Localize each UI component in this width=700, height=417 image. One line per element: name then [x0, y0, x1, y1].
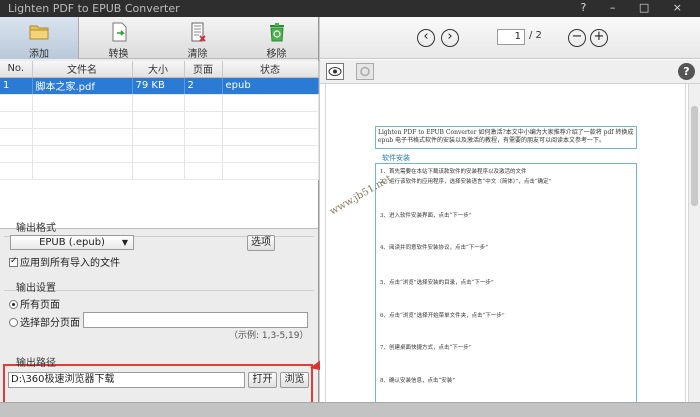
- empty-row: [0, 162, 319, 180]
- zoom-out-button[interactable]: −: [568, 29, 586, 47]
- doc-subtitle: 软件安装: [382, 154, 410, 162]
- doc-step: 1、首先需要在本站下载该款软件的安装程序以及激活的文件: [380, 169, 527, 175]
- output-format-label: 输出格式: [16, 223, 56, 234]
- checkbox-icon: [9, 256, 18, 267]
- prev-page-button[interactable]: ‹: [417, 29, 435, 47]
- col-status-header[interactable]: 状态: [222, 61, 319, 78]
- next-page-button[interactable]: ›: [441, 29, 459, 47]
- table-row[interactable]: 1 脚本之家.pdf 79 KB 2 epub: [0, 77, 319, 95]
- zoom-in-button[interactable]: +: [590, 29, 608, 47]
- example-hint: （示例: 1,3-5,19）: [229, 331, 309, 341]
- all-pages-radio[interactable]: 所有页面: [9, 296, 60, 311]
- col-pages-header[interactable]: 页面: [184, 61, 223, 78]
- output-path-label: 输出路径: [16, 358, 56, 369]
- empty-row: [0, 111, 319, 129]
- col-size-header[interactable]: 大小: [132, 61, 185, 78]
- output-path-input[interactable]: D:\360极速浏览器下载: [8, 372, 245, 388]
- col-no-header[interactable]: No.: [0, 61, 33, 78]
- page-total: / 2: [529, 30, 542, 41]
- table-header-row: No. 文件名 大小 页面 状态: [0, 61, 319, 78]
- status-bar: [0, 402, 700, 417]
- toolbar: 添加 转换 清除 移除: [0, 17, 318, 60]
- options-button[interactable]: 选项: [247, 235, 275, 251]
- convert-label: 转换: [108, 49, 129, 60]
- all-pages-label: 所有页面: [20, 300, 60, 311]
- remove-button[interactable]: 移除: [237, 17, 316, 60]
- doc-step: 6、点击“浏览”选择开始菜单文件夹，点击“下一步”: [380, 313, 505, 319]
- doc-header: Lighten PDF to EPUB Converter 如何激活?本文中小编…: [375, 126, 637, 149]
- doc-step: 2、运行该软件的应用程序，选择安装语言“中文（简体）”，点击“确定”: [380, 179, 552, 185]
- partial-pages-radio[interactable]: 选择部分页面: [9, 314, 80, 329]
- left-panel: 添加 转换 清除 移除 No. 文件名 大小 页面 状态 1 脚本之家.pdf …: [0, 17, 319, 416]
- clear-label: 清除: [187, 49, 208, 60]
- partial-pages-label: 选择部分页面: [20, 318, 80, 329]
- empty-row: [0, 128, 319, 146]
- row-no: 1: [0, 77, 33, 95]
- doc-step: 3、进入软件安装界面，点击“下一步”: [380, 213, 472, 219]
- format-select-value: EPUB (.epub): [39, 237, 105, 248]
- window-controls[interactable]: ? – □ ×: [581, 1, 692, 14]
- file-list[interactable]: No. 文件名 大小 页面 状态 1 脚本之家.pdf 79 KB 2 epub: [0, 61, 319, 229]
- view-toolbar: ?: [320, 60, 700, 84]
- radio-icon: [9, 318, 18, 327]
- doc-body: 1、首先需要在本站下载该款软件的安装程序以及激活的文件 2、运行该软件的应用程序…: [375, 163, 637, 402]
- empty-row: [0, 94, 319, 112]
- open-folder-button[interactable]: 打开: [248, 372, 277, 388]
- apply-all-checkbox[interactable]: 应用到所有导入的文件: [9, 254, 120, 269]
- row-pages: 2: [184, 77, 223, 95]
- convert-button[interactable]: 转换: [79, 17, 158, 60]
- radio-icon: [9, 300, 18, 309]
- preview-panel: ‹ › 1 / 2 − + ? Lighten PDF to EPUB Conv…: [320, 17, 700, 402]
- clear-doc-icon: [191, 22, 206, 42]
- cancel-preview-icon[interactable]: [356, 63, 374, 80]
- page-number-input[interactable]: 1: [497, 29, 525, 45]
- dropdown-arrow-icon: ▼: [121, 238, 128, 247]
- recycle-bin-icon: [269, 23, 284, 42]
- row-size: 79 KB: [132, 77, 185, 95]
- file-table: No. 文件名 大小 页面 状态 1 脚本之家.pdf 79 KB 2 epub: [0, 61, 319, 180]
- title-bar: Lighten PDF to EPUB Converter ? – □ ×: [0, 0, 700, 17]
- apply-all-label: 应用到所有导入的文件: [20, 258, 120, 269]
- row-filename: 脚本之家.pdf: [32, 77, 133, 95]
- folder-icon: [29, 25, 49, 40]
- col-name-header[interactable]: 文件名: [32, 61, 133, 78]
- clear-button[interactable]: 清除: [158, 17, 237, 60]
- scrollbar-thumb[interactable]: [691, 106, 698, 206]
- add-label: 添加: [29, 49, 49, 60]
- app-title: Lighten PDF to EPUB Converter: [8, 2, 180, 15]
- add-button[interactable]: 添加: [0, 17, 79, 60]
- document-preview[interactable]: Lighten PDF to EPUB Converter 如何激活?本文中小编…: [325, 84, 686, 402]
- empty-row: [0, 145, 319, 163]
- convert-doc-icon: [112, 22, 126, 42]
- output-settings-label: 输出设置: [16, 283, 56, 294]
- format-select[interactable]: EPUB (.epub) ▼: [10, 235, 134, 250]
- doc-step: 8、确认安装信息，点击“安装”: [380, 378, 456, 384]
- page-range-input[interactable]: [83, 312, 308, 328]
- eye-icon[interactable]: [326, 63, 344, 80]
- doc-step: 7、创建桌面快捷方式，点击“下一步”: [380, 345, 472, 351]
- page-navigation: ‹ › 1 / 2 − +: [320, 17, 700, 59]
- help-icon[interactable]: ?: [678, 63, 695, 80]
- vertical-scrollbar[interactable]: [688, 84, 700, 402]
- doc-step: 5、点击“浏览”选择安装的目录，点击“下一步”: [380, 280, 494, 286]
- remove-label: 移除: [266, 49, 287, 60]
- doc-step: 4、阅读并同意软件安装协议，点击“下一步”: [380, 245, 489, 251]
- row-status: epub: [222, 77, 319, 95]
